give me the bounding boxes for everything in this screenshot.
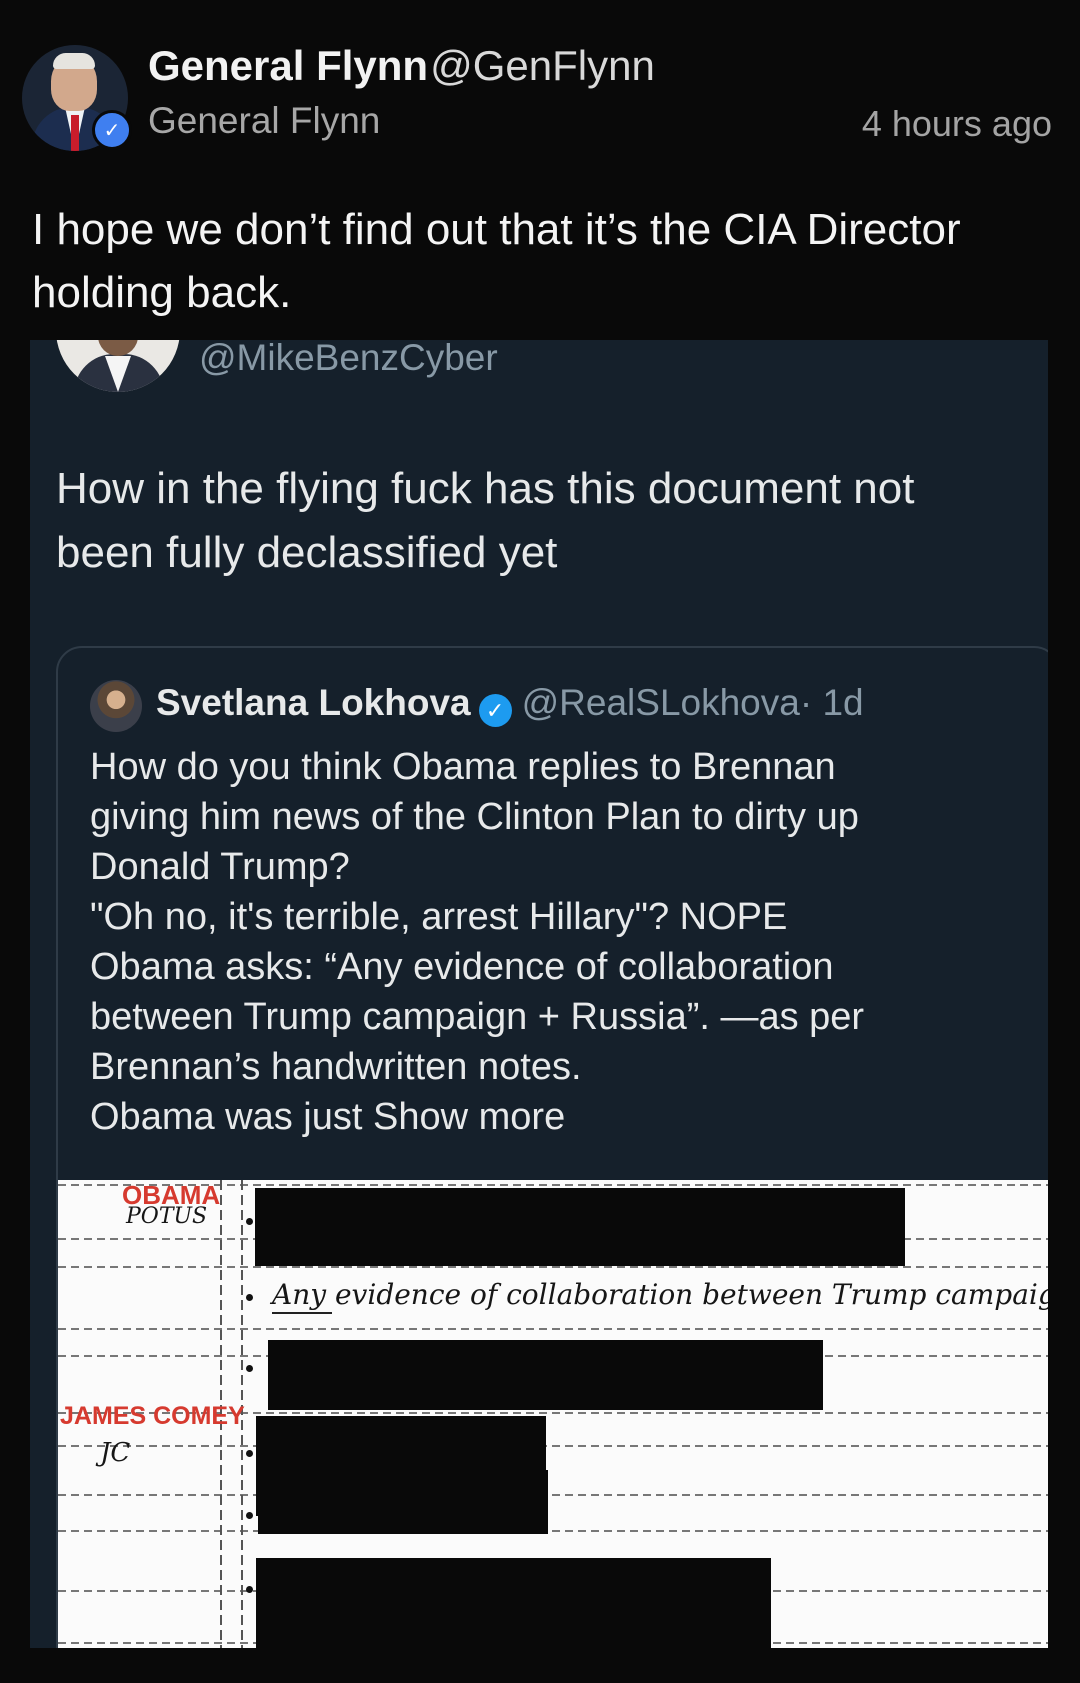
quoted-author-avatar [90,680,142,732]
quoted-post-header: Svetlana Lokhova ✓ @RealSLokhova· 1d [156,682,864,727]
embedded-author-handle: @MikeBenzCyber [199,340,498,378]
quoted-post-text: How do you think Obama replies to Brenna… [90,742,1040,1142]
embedded-avatar-beard-shape [98,340,138,356]
redaction-bar [268,1340,823,1410]
note-bullet [246,1586,253,1593]
author-handle[interactable]: @GenFlynn [430,42,655,89]
document-rule [58,1445,1048,1447]
quoted-text-line: "Oh no, it's terrible, arrest Hillary"? … [90,896,788,938]
note-bullet [246,1512,253,1519]
quoted-text-line: Brennan’s handwritten notes. [90,1046,582,1088]
avatar-hair-shape [53,53,95,69]
document-rule [58,1328,1048,1330]
quoted-text-line: between Trump campaign + Russia”. —as pe… [90,996,865,1038]
redaction-bar [256,1558,771,1648]
quoted-post-card: Svetlana Lokhova ✓ @RealSLokhova· 1d How d… [56,646,1048,1648]
note-bullet [246,1365,253,1372]
author-display-name: General Flynn [148,100,381,141]
document-rule [58,1530,1048,1532]
note-bullet [246,1218,253,1225]
show-more-link[interactable]: Show more [373,1096,565,1138]
verified-badge-icon: ✓ [92,110,132,150]
author-name[interactable]: General Flynn [148,42,428,89]
quoted-text-line: Obama asks: “Any evidence of collaborati… [90,946,834,988]
quoted-verified-badge-icon: ✓ [478,694,512,727]
embedded-author-avatar [56,340,180,392]
quoted-text-last-line: Obama was just Show more [90,1092,1040,1142]
handwritten-note: Any evidence of collaboration between Tr… [272,1278,1048,1311]
quoted-post-age: · 1d [799,682,864,723]
redaction-bar [258,1470,548,1534]
embedded-post-image[interactable]: @MikeBenzCyber How in the flying fuck ha… [30,340,1048,1648]
embedded-post-text: How in the flying fuck has this document… [56,464,915,577]
document-rule [58,1494,1048,1496]
avatar-tie-shape [71,115,79,151]
quoted-text-line: Obama was just [90,1096,363,1138]
quoted-author-name: Svetlana Lokhova [156,682,471,723]
note-bullet [246,1294,253,1301]
note-underline [272,1312,332,1314]
post-timestamp[interactable]: 4 hours ago [862,103,1052,145]
redacted-handwritten-notes-image: OBAMA POTUS Any evidence of collaboratio… [58,1180,1048,1648]
quoted-text-line: Donald Trump? [90,846,350,888]
quoted-text-line: giving him news of the Clinton Plan to d… [90,796,859,838]
post-body-text: I hope we don’t find out that it’s the C… [32,205,961,317]
james-comey-label: JAMES COMEY [60,1402,245,1430]
potus-handwriting: POTUS [126,1204,208,1229]
quoted-author-handle: @RealSLokhova [521,682,800,723]
quoted-text-line: How do you think Obama replies to Brenna… [90,746,836,788]
post-header: ✓ General Flynn@GenFlynn General Flynn 4… [22,42,1052,152]
document-rule [58,1266,1048,1268]
redaction-bar [255,1188,905,1266]
author-name-line[interactable]: General Flynn@GenFlynn [148,42,655,90]
jc-handwriting: JC [100,1438,131,1468]
note-bullet [246,1450,253,1457]
